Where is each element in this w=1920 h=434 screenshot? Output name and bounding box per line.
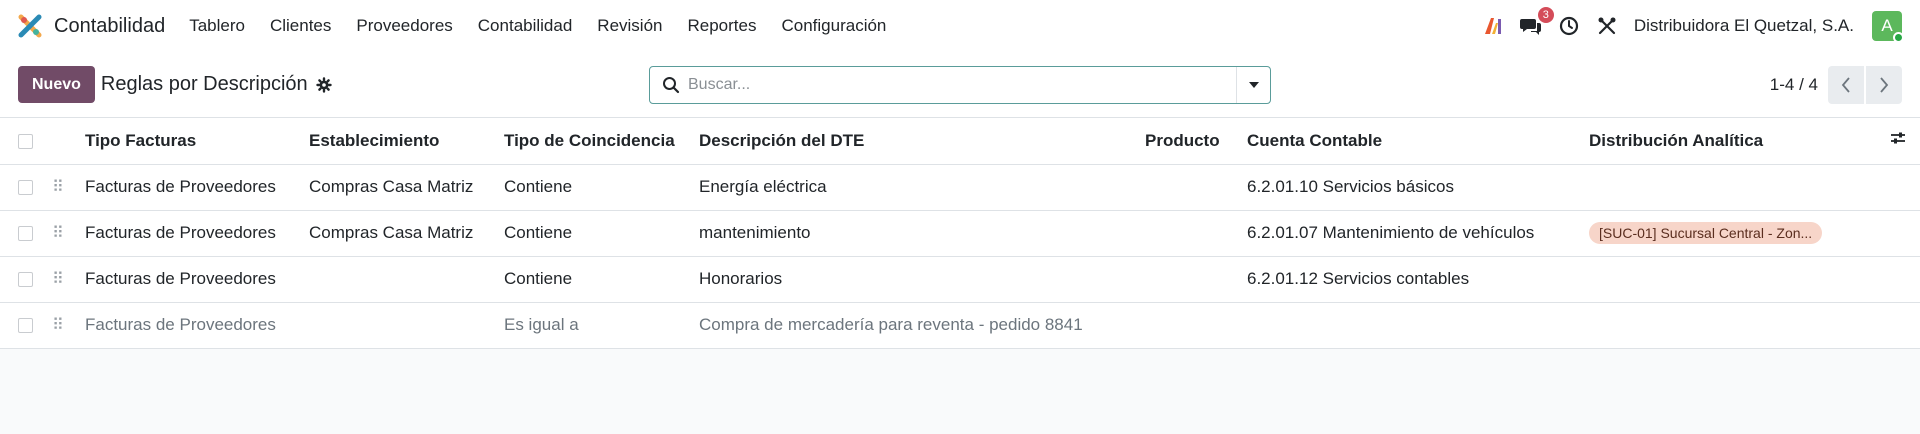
cell-coincidencia: Contiene bbox=[504, 223, 573, 242]
column-tipo-coincidencia[interactable]: Tipo de Coincidencia bbox=[504, 118, 699, 164]
avatar-letter: A bbox=[1881, 16, 1893, 35]
drag-handle-icon[interactable]: ⠿ bbox=[52, 225, 64, 242]
app-logo-icon[interactable] bbox=[18, 14, 42, 38]
cell-tipo: Facturas de Proveedores bbox=[85, 269, 276, 288]
new-button[interactable]: Nuevo bbox=[18, 66, 95, 103]
table-row[interactable]: ⠿ Facturas de Proveedores Contiene Honor… bbox=[0, 256, 1920, 302]
cell-descripcion: Compra de mercadería para reventa - pedi… bbox=[699, 315, 1083, 334]
chevron-left-icon bbox=[1841, 77, 1850, 93]
company-switcher[interactable]: Distribuidora El Quetzal, S.A. bbox=[1634, 16, 1854, 36]
app-name[interactable]: Contabilidad bbox=[54, 15, 165, 38]
cell-tipo: Facturas de Proveedores bbox=[85, 177, 276, 196]
menu-contabilidad[interactable]: Contabilidad bbox=[478, 16, 573, 36]
cell-analitica bbox=[1589, 164, 1890, 210]
cell-establecimiento bbox=[309, 256, 504, 302]
tools-icon[interactable] bbox=[1596, 15, 1618, 37]
pager-previous-button[interactable] bbox=[1828, 66, 1864, 104]
table-row[interactable]: ⠿ Facturas de Proveedores Compras Casa M… bbox=[0, 164, 1920, 210]
cell-producto bbox=[1145, 302, 1247, 348]
cell-coincidencia: Es igual a bbox=[504, 315, 579, 334]
cell-descripcion: Honorarios bbox=[699, 269, 783, 288]
column-distribucion-analitica[interactable]: Distribución Analítica bbox=[1589, 118, 1890, 164]
drag-handle-icon[interactable]: ⠿ bbox=[52, 179, 64, 196]
column-tipo-facturas[interactable]: Tipo Facturas bbox=[85, 118, 309, 164]
column-establecimiento[interactable]: Establecimiento bbox=[309, 118, 504, 164]
online-status-dot bbox=[1893, 32, 1904, 43]
cell-analitica bbox=[1589, 256, 1890, 302]
cell-analitica bbox=[1589, 302, 1890, 348]
pager: 1-4 / 4 bbox=[1770, 66, 1902, 104]
search-options-toggle[interactable] bbox=[1236, 67, 1270, 103]
cell-cuenta bbox=[1247, 302, 1589, 348]
cell-establecimiento: Compras Casa Matriz bbox=[309, 177, 474, 196]
chat-icon[interactable]: 3 bbox=[1519, 7, 1554, 37]
column-producto[interactable]: Producto bbox=[1145, 118, 1247, 164]
cell-coincidencia: Contiene bbox=[504, 177, 573, 196]
menu-configuracion[interactable]: Configuración bbox=[781, 16, 886, 36]
column-descripcion-dte[interactable]: Descripción del DTE bbox=[699, 118, 1145, 164]
cell-analitica: [SUC-01] Sucursal Central - Zon... bbox=[1589, 210, 1890, 256]
cell-tipo: Facturas de Proveedores bbox=[85, 223, 276, 242]
search-input[interactable] bbox=[688, 76, 1236, 94]
column-cuenta-contable[interactable]: Cuenta Contable bbox=[1247, 118, 1589, 164]
analytic-tag[interactable]: [SUC-01] Sucursal Central - Zon... bbox=[1589, 222, 1823, 244]
ai-icon[interactable] bbox=[1482, 15, 1504, 37]
page-title: Reglas por Descripción bbox=[100, 73, 308, 95]
cell-producto bbox=[1145, 256, 1247, 302]
row-checkbox[interactable] bbox=[18, 226, 33, 242]
pager-value[interactable]: 1-4 / 4 bbox=[1770, 75, 1818, 95]
messages-count-badge: 3 bbox=[1537, 7, 1554, 23]
user-avatar[interactable]: A bbox=[1872, 11, 1904, 43]
optional-columns-icon[interactable] bbox=[1890, 131, 1906, 150]
search-icon bbox=[662, 76, 680, 94]
menu-tablero[interactable]: Tablero bbox=[189, 16, 245, 36]
table-row[interactable]: ⠿ Facturas de Proveedores Es igual a Com… bbox=[0, 302, 1920, 348]
cell-cuenta: 6.2.01.12 Servicios contables bbox=[1247, 269, 1470, 288]
clock-icon[interactable] bbox=[1558, 15, 1580, 37]
table-header-row: Tipo Facturas Establecimiento Tipo de Co… bbox=[0, 118, 1920, 164]
drag-handle-icon[interactable]: ⠿ bbox=[52, 317, 64, 334]
table-row[interactable]: ⠿ Facturas de Proveedores Compras Casa M… bbox=[0, 210, 1920, 256]
cell-tipo: Facturas de Proveedores bbox=[85, 315, 276, 334]
drag-handle-icon[interactable]: ⠿ bbox=[52, 271, 64, 288]
menu-clientes[interactable]: Clientes bbox=[270, 16, 331, 36]
cell-cuenta: 6.2.01.10 Servicios básicos bbox=[1247, 177, 1454, 196]
cell-establecimiento: Compras Casa Matriz bbox=[309, 223, 474, 242]
chevron-right-icon bbox=[1880, 77, 1889, 93]
search-bar bbox=[649, 66, 1271, 104]
empty-list-area bbox=[0, 348, 1920, 434]
cell-producto bbox=[1145, 164, 1247, 210]
select-all-checkbox[interactable] bbox=[18, 133, 33, 149]
caret-down-icon bbox=[1248, 82, 1259, 88]
cell-coincidencia: Contiene bbox=[504, 269, 573, 288]
cell-establecimiento bbox=[309, 302, 504, 348]
cell-cuenta: 6.2.01.07 Mantenimiento de vehículos bbox=[1247, 223, 1535, 242]
control-panel: Nuevo Reglas por Descripción Buscar... 1… bbox=[0, 52, 1920, 118]
rules-table: Tipo Facturas Establecimiento Tipo de Co… bbox=[0, 118, 1920, 349]
pager-next-button[interactable] bbox=[1866, 66, 1902, 104]
row-checkbox[interactable] bbox=[18, 318, 33, 334]
row-checkbox[interactable] bbox=[18, 180, 33, 196]
menu-reportes[interactable]: Reportes bbox=[688, 16, 757, 36]
top-navbar: Contabilidad Tablero Clientes Proveedore… bbox=[0, 0, 1920, 52]
row-checkbox[interactable] bbox=[18, 272, 33, 288]
menu-proveedores[interactable]: Proveedores bbox=[356, 16, 452, 36]
gear-icon[interactable] bbox=[315, 76, 332, 93]
menu-revision[interactable]: Revisión bbox=[597, 16, 662, 36]
cell-producto bbox=[1145, 210, 1247, 256]
navbar-right: 3 Distribuidora El Quetzal, S.A. A bbox=[1466, 7, 1904, 43]
cell-descripcion: mantenimiento bbox=[699, 223, 811, 242]
cell-descripcion: Energía eléctrica bbox=[699, 177, 827, 196]
